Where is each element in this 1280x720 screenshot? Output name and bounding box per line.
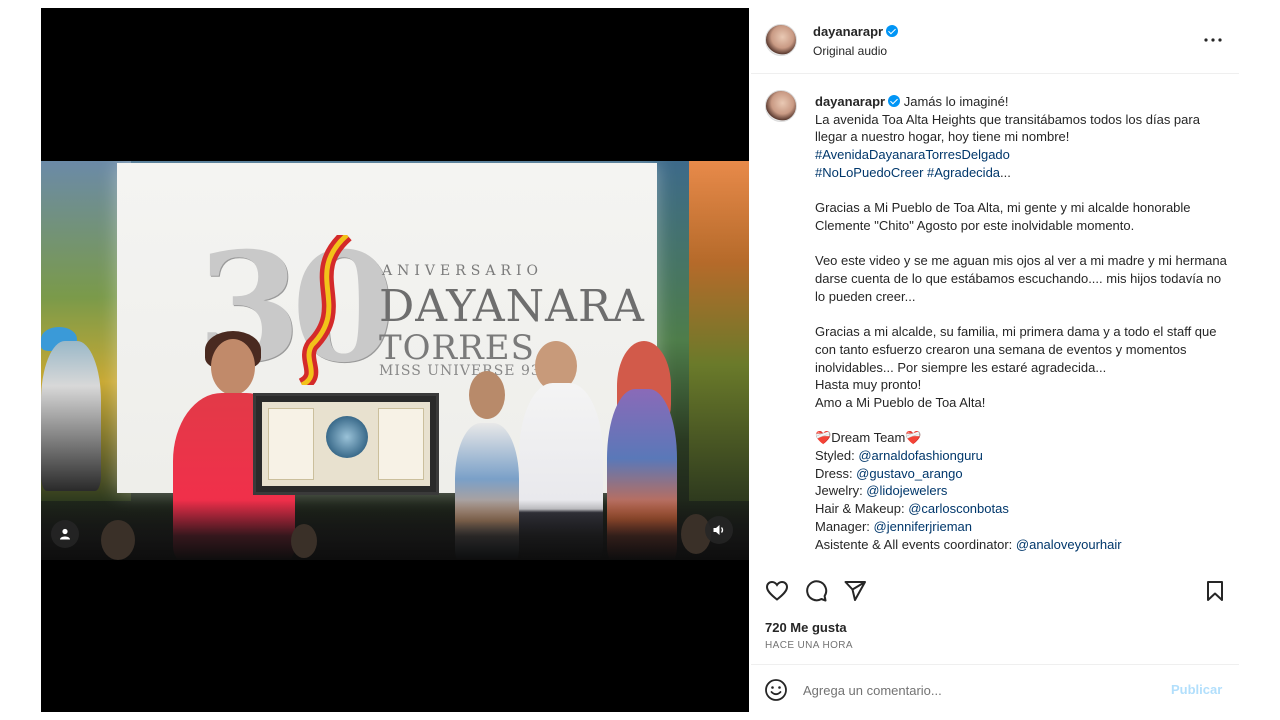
speaker-icon [713,525,724,535]
credit-row: Manager: @jenniferjrieman [815,518,1227,536]
audience-head [291,524,317,558]
comment-icon [806,580,828,602]
send-icon [844,581,866,601]
credit-label: Hair & Makeup: [815,501,909,517]
audio-toggle-button[interactable] [705,516,733,544]
caption-line: La avenida Toa Alta Heights que transitá… [815,111,1200,145]
credit-row: Dress: @gustavo_arango [815,465,1227,483]
hashtag-link[interactable]: #Agradecida [927,165,1000,180]
post-actions-bar [751,573,1239,609]
hashtag-link[interactable]: #AvenidaDayanaraTorresDelgado [815,147,1010,162]
stage-right-backdrop [689,161,749,501]
credit-label: Styled: [815,448,859,463]
screen-aniversario-text: ANIVERSARIO [382,263,544,279]
caption-paragraph: Hasta muy pronto! [815,377,922,393]
share-button[interactable] [841,577,869,605]
caption-paragraph: Veo este video y se me aguan mis ojos al… [815,253,1227,304]
credit-label: Dress: [815,465,857,481]
dream-team-heading: ❤️‍🩹Dream Team❤️‍🩹 [815,429,1227,447]
mending-heart-icon: ❤️‍🩹 [905,430,922,446]
credit-mention-link[interactable]: @gustavo_arango [856,466,962,481]
screen-name-text: DAYANARA [379,281,645,332]
mending-heart-icon: ❤️‍🩹 [815,430,832,446]
verified-badge-icon [886,25,899,37]
credit-row: Hair & Makeup: @carlosconbotas [815,500,1227,518]
caption-username[interactable]: dayanarapr [815,94,885,109]
audience-foreground [41,500,749,560]
credit-label: Jewelry: [815,483,867,499]
author-username-row[interactable]: dayanarapr [813,24,899,39]
screen-surname-text: TORRES [379,328,535,368]
plaque-seal [326,416,368,458]
save-button[interactable] [1201,577,1229,605]
woman-red-dress-head [211,339,255,395]
more-horizontal-icon [1204,38,1222,42]
post-timestamp[interactable]: HACE UNA HORA [765,640,853,651]
credit-row: Asistente & All events coordinator: @ana… [815,536,1227,554]
credit-mention-link[interactable]: @arnaldofashionguru [858,448,983,463]
author-avatar[interactable] [765,24,797,56]
author-username[interactable]: dayanarapr [813,24,883,39]
screen-title-text: MISS UNIVERSE 93' [379,363,546,379]
post-details-panel: dayanarapr Original audio dayanarapr Jam… [751,8,1239,712]
video-player[interactable]: 30 ANIVERSARIO DAYANARA TORRES MISS UNIV… [41,161,749,560]
cameraman-figure [41,341,101,491]
hashtag-suffix: ... [1000,164,1011,180]
post-header: dayanarapr Original audio [751,8,1239,74]
flag-ribbon-graphic [298,235,352,385]
credit-mention-link[interactable]: @analoveyourhair [1016,537,1122,552]
caption-text: dayanarapr Jamás lo imaginé! La avenida … [815,93,1227,553]
credit-row: Styled: @arnaldofashionguru [815,447,1227,465]
like-button[interactable] [763,577,791,605]
more-options-button[interactable] [1199,26,1227,54]
hashtag-link[interactable]: #NoLoPuedoCreer [815,165,923,180]
audience-head [101,520,135,560]
caption-paragraph: Gracias a mi alcalde, su familia, mi pri… [815,324,1217,375]
plaque-document-right [378,408,424,480]
credit-mention-link[interactable]: @carlosconbotas [908,501,1009,516]
dream-team-title: Dream Team [831,430,906,446]
comment-button[interactable] [802,577,830,605]
tagged-users-button[interactable] [51,520,79,548]
credit-label: Manager: [815,518,874,534]
caption-author-avatar[interactable] [765,90,797,122]
person-icon [60,528,70,540]
credit-label: Asistente & All events coordinator: [815,536,1016,552]
caption-paragraph: Gracias a Mi Pueblo de Toa Alta, mi gent… [815,200,1191,233]
heart-icon [765,580,789,601]
credit-mention-link[interactable]: @jenniferjrieman [874,519,972,534]
woman-floral-dress-head [469,371,505,419]
post-media[interactable]: 30 ANIVERSARIO DAYANARA TORRES MISS UNIV… [41,8,749,712]
like-count[interactable]: 720 Me gusta [765,620,847,635]
credit-row: Jewelry: @lidojewelers [815,482,1227,500]
plaque-document-left [268,408,314,480]
emoji-picker-button[interactable] [763,677,789,703]
framed-plaque [253,393,439,495]
comment-input[interactable] [803,679,1163,701]
audio-label[interactable]: Original audio [813,44,887,58]
comment-composer: Publicar [751,664,1239,712]
caption-line: Jamás lo imaginé! [903,94,1009,109]
emoji-icon [765,679,787,701]
caption-paragraph: Amo a Mi Pueblo de Toa Alta! [815,394,986,410]
post-comment-button[interactable]: Publicar [1171,682,1222,697]
bookmark-icon [1207,581,1223,601]
credit-mention-link[interactable]: @lidojewelers [866,483,947,498]
verified-badge-icon [888,95,901,107]
